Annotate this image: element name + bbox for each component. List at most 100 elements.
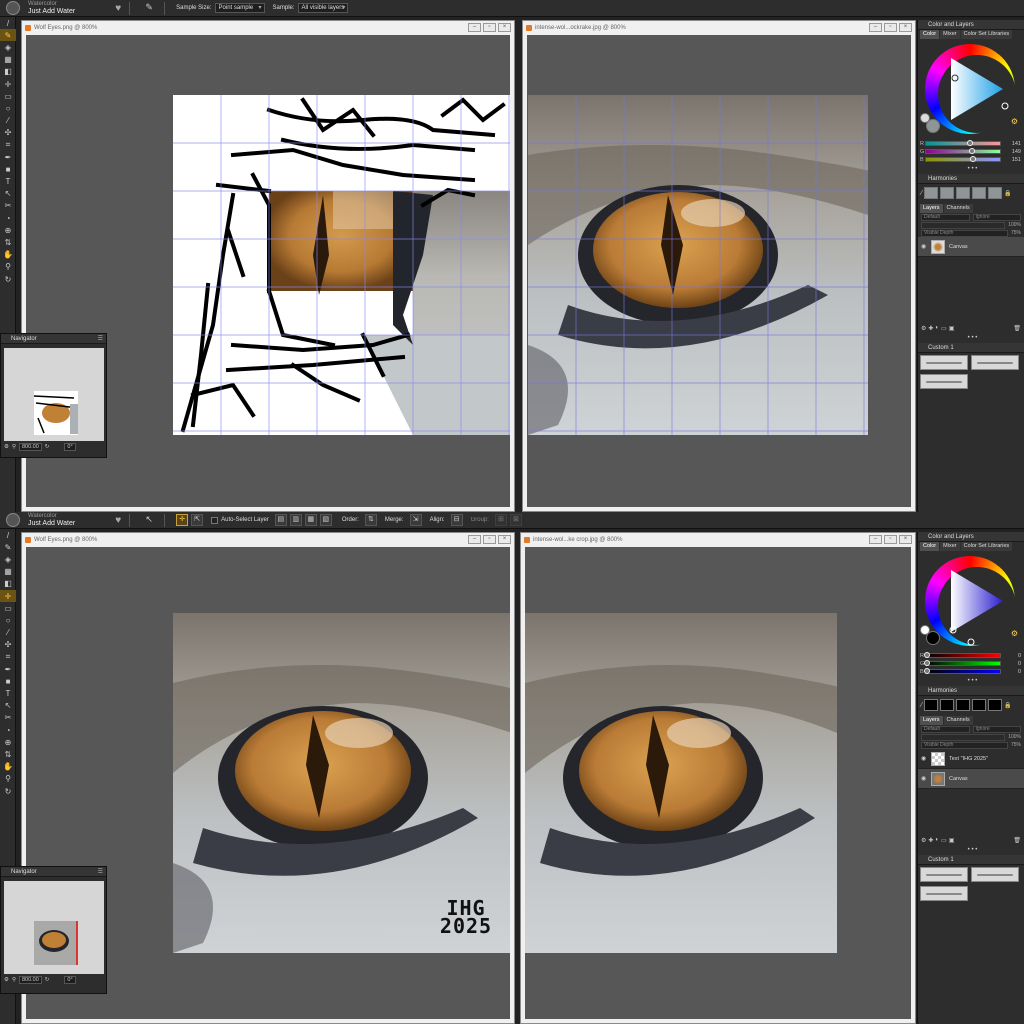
composite-method-select[interactable]: Default [921,725,970,733]
tab-color[interactable]: Color [920,542,940,551]
crop-icon[interactable]: ⌗ [0,139,16,151]
maximize-button[interactable]: ▫ [483,535,496,544]
harmony-swatch[interactable] [924,187,939,199]
rect-select-icon[interactable]: ▭ [0,90,16,102]
green-slider[interactable]: G0 [918,660,1024,667]
shape-selection-icon[interactable]: ↖ [0,700,16,712]
shape-selection-icon[interactable]: ↖ [0,188,16,200]
sample-select[interactable]: All visible layers [297,3,349,13]
visibility-eye-icon[interactable]: ◉ [921,775,927,782]
dropper-tool-icon[interactable]: ✎ [0,541,16,553]
hue-ring[interactable] [925,556,1016,646]
gradient-icon[interactable]: ▦ [0,566,16,578]
favorite-heart-icon[interactable]: ♥ [115,3,121,14]
favorite-heart-icon[interactable]: ♥ [115,515,121,526]
swatch-options-icon[interactable]: ⚙ [1011,629,1018,638]
rect-select-icon[interactable]: ▭ [0,602,16,614]
harmony-swatch[interactable] [940,699,955,711]
blue-slider[interactable]: B0 [918,668,1024,675]
tab-mixer[interactable]: Mixer [940,30,960,39]
layer-adjuster-icon[interactable]: ✛ [0,589,16,603]
composite-depth-select[interactable]: Ignore [972,725,1021,733]
main-color-swatch[interactable] [926,631,940,645]
lasso-icon[interactable]: ○ [0,102,16,114]
maximize-button[interactable]: ▫ [884,23,897,32]
magic-wand-icon[interactable]: ⁄ [0,115,16,127]
new-layer-icon[interactable]: ▭ [941,325,947,332]
harmony-rule-icon[interactable]: ⁄ [921,190,922,197]
tab-channels[interactable]: Channels [943,204,973,213]
red-slider[interactable]: R0 [918,652,1024,659]
angle-field[interactable]: 0° [64,443,76,451]
grabber-icon[interactable]: ✋ [0,761,16,773]
brush-selector[interactable]: Watercolor Just Add Water [28,0,75,16]
watermark-text[interactable]: IHG 2025 [423,898,509,936]
harmony-swatch[interactable] [956,187,971,199]
minimize-button[interactable]: – [869,535,882,544]
eraser-icon[interactable]: ◧ [0,578,16,590]
zoom-field[interactable]: 800.00 [18,443,42,451]
lock-icon[interactable]: 🔒 [1004,190,1011,197]
delete-layer-icon[interactable]: 🗑 [1013,325,1021,332]
layer-adjuster-mode-button[interactable]: ✛ [176,514,189,526]
pen-icon[interactable]: ✒ [0,151,16,163]
brush-stroke-preset[interactable] [920,867,968,882]
eraser-icon[interactable]: ◧ [0,66,16,78]
panel-more-icon[interactable]: • • • [918,164,1024,174]
brush-stroke-preset[interactable] [971,355,1019,370]
close-button[interactable]: × [899,535,912,544]
text-icon[interactable]: T [0,175,16,187]
layer-bounds-button[interactable]: ▦ [304,514,317,526]
document-window-right[interactable]: intense-wol...ke crop.jpg @ 800% – ▫ × [520,532,916,1024]
saturation-triangle[interactable] [925,556,1015,646]
mirror-icon[interactable]: ⇅ [0,748,16,760]
close-button[interactable]: × [899,23,912,32]
canvas-area[interactable] [527,35,911,507]
harmony-rule-icon[interactable]: ⁄ [921,702,922,709]
maximize-button[interactable]: ▫ [483,23,496,32]
paint-bucket-icon[interactable]: ◈ [0,41,16,53]
opacity-slider[interactable] [921,733,1006,741]
document-titlebar[interactable]: Wolf Eyes.png @ 800% – ▫ × [22,21,514,35]
panel-menu-icon[interactable]: ☰ [98,334,103,344]
cloner-icon[interactable]: ⊕ [0,736,16,748]
brush-stroke-preset[interactable] [920,374,968,389]
rotate-icon[interactable]: ↻ [45,977,50,983]
canvas-artwork[interactable] [528,95,868,435]
align-button[interactable]: ⊟ [450,514,463,526]
minimize-button[interactable]: – [468,23,481,32]
layer-bounds-button[interactable]: ▤ [274,514,287,526]
document-titlebar[interactable]: intense-wol...ke crop.jpg @ 800% – ▫ × [521,533,915,547]
new-layer-icon[interactable]: ▭ [941,837,947,844]
blender-icon[interactable]: ◔ [0,724,16,736]
opacity-slider[interactable] [921,221,1006,229]
magnifier-icon[interactable]: ⚲ [0,261,16,273]
scissors-icon[interactable]: ✂ [0,200,16,212]
saturation-triangle[interactable] [925,44,1015,134]
red-slider[interactable]: R 141 [918,140,1024,147]
layer-mask-icon[interactable]: ◐ [935,325,939,331]
composite-method-select[interactable]: Default [921,213,970,221]
canvas-artwork[interactable] [525,613,837,953]
navigator-panel[interactable]: Navigator ☰ ⚙ ⚲ 800.00 ↻ 0° [0,866,107,994]
document-titlebar[interactable]: Wolf Eyes.png @ 800% – ▫ × [22,533,514,547]
rotate-page-icon[interactable]: ↻ [0,273,16,285]
tab-color[interactable]: Color [920,30,940,39]
layer-attributes-icon[interactable]: ⚙ [921,837,926,844]
merge-button[interactable]: ⇲ [409,514,422,526]
rotate-page-icon[interactable]: ↻ [0,785,16,797]
panel-more-icon[interactable]: • • • [918,676,1024,686]
minimize-button[interactable]: – [468,535,481,544]
composite-depth-select[interactable]: Ignore [972,213,1021,221]
layer-row[interactable]: ◉ Canvas [918,769,1024,789]
brush-selector[interactable]: Watercolor Just Add Water [28,512,75,528]
swatch-options-icon[interactable]: ⚙ [1011,117,1018,126]
brush-tool-icon[interactable]: / [0,529,16,541]
panel-menu-icon[interactable]: ☰ [98,867,103,877]
new-group-icon[interactable]: ▣ [949,837,955,844]
transform-mode-button[interactable]: ⇱ [191,514,204,526]
document-window-right[interactable]: intense-wol...ockrake.jpg @ 800% – ▫ × [522,20,916,512]
layer-attributes-icon[interactable]: ⚙ [921,325,926,332]
harmony-swatch[interactable] [924,699,939,711]
brush-selector-icon[interactable] [6,513,20,527]
